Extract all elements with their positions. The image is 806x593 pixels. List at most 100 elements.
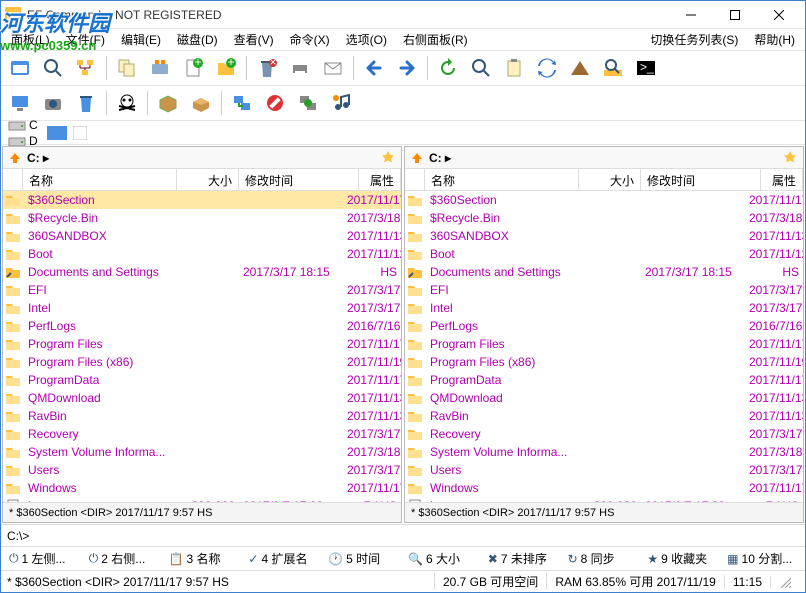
forward-button[interactable] xyxy=(392,54,422,82)
file-row[interactable]: Windows2017/11/17 18:12 xyxy=(405,479,803,497)
fnkey-6[interactable]: 🔍6 大小 xyxy=(404,550,482,567)
menu-item[interactable]: 帮助(H) xyxy=(746,31,803,49)
menu-item[interactable]: 切换任务列表(S) xyxy=(642,31,746,49)
back-button[interactable] xyxy=(359,54,389,82)
file-row[interactable]: EFI2017/3/17 18:13 xyxy=(405,281,803,299)
close-button[interactable] xyxy=(757,1,801,29)
file-row[interactable]: Boot2017/11/12 8:55HS xyxy=(405,245,803,263)
audio-button[interactable] xyxy=(326,89,356,117)
fnkey-4[interactable]: ✓4 扩展名 xyxy=(244,550,322,567)
search-button[interactable] xyxy=(38,54,68,82)
compress-button[interactable] xyxy=(565,54,595,82)
file-row[interactable]: Documents and Settings2017/3/17 18:15HS xyxy=(3,263,401,281)
file-row[interactable]: $Recycle.Bin2017/3/18 17:15HS xyxy=(405,209,803,227)
zoom-button[interactable] xyxy=(466,54,496,82)
refresh-button[interactable] xyxy=(433,54,463,82)
left-pathbar[interactable]: C: ▸ xyxy=(3,147,401,169)
file-row[interactable]: 360SANDBOX2017/11/13 16:59RHS xyxy=(405,227,803,245)
fnkey-10[interactable]: ▦10 分割... xyxy=(723,550,801,567)
up-icon[interactable] xyxy=(7,150,23,166)
file-row[interactable]: Intel2017/3/17 21:35 xyxy=(3,299,401,317)
command-line[interactable]: C:\> xyxy=(1,524,805,546)
sync-button[interactable] xyxy=(532,54,562,82)
box-button[interactable] xyxy=(153,89,183,117)
file-row[interactable]: Program Files (x86)2017/11/19 10:09R xyxy=(405,353,803,371)
new-file-button[interactable]: + xyxy=(178,54,208,82)
menu-item[interactable]: 命令(X) xyxy=(282,31,338,49)
menu-item[interactable]: 面板(L) xyxy=(3,31,58,49)
file-row[interactable]: QMDownload2017/11/13 11:00 xyxy=(405,389,803,407)
camera-button[interactable] xyxy=(38,89,68,117)
file-row[interactable]: Users2017/3/17 18:17R xyxy=(3,461,401,479)
fnkey-9[interactable]: ★9 收藏夹 xyxy=(643,550,721,567)
new-window-button[interactable] xyxy=(5,54,35,82)
file-row[interactable]: ProgramData2017/11/17 18:14H xyxy=(3,371,401,389)
menu-item[interactable]: 文件(F) xyxy=(58,31,113,49)
right-file-list[interactable]: $360Section2017/11/17 9:57HS$Recycle.Bin… xyxy=(405,191,803,502)
menu-item[interactable]: 编辑(E) xyxy=(113,31,169,49)
menu-item[interactable]: 选项(O) xyxy=(338,31,395,49)
file-row[interactable]: System Volume Informa...2017/3/18 16:21H… xyxy=(3,443,401,461)
network1-button[interactable] xyxy=(227,89,257,117)
file-row[interactable]: Program Files2017/11/17 18:11R xyxy=(3,335,401,353)
file-row[interactable]: Program Files (x86)2017/11/19 10:09R xyxy=(3,353,401,371)
file-row[interactable]: RavBin2017/11/13 14:44HS xyxy=(405,407,803,425)
recycle-button[interactable] xyxy=(71,89,101,117)
fnkey-5[interactable]: 🕐5 时间 xyxy=(324,550,402,567)
file-row[interactable]: Boot2017/11/12 8:55HS xyxy=(3,245,401,263)
minimize-button[interactable] xyxy=(669,1,713,29)
resize-grip[interactable] xyxy=(770,576,799,588)
desktop-drive[interactable] xyxy=(47,126,67,140)
file-row[interactable]: RavBin2017/11/13 14:44HS xyxy=(3,407,401,425)
file-row[interactable]: PerfLogs2016/7/16 19:47 xyxy=(405,317,803,335)
file-row[interactable]: Recovery2017/3/17 18:14HS xyxy=(3,425,401,443)
settings-button[interactable] xyxy=(145,54,175,82)
menu-item[interactable]: 右侧面板(R) xyxy=(395,31,476,49)
print-button[interactable] xyxy=(285,54,315,82)
drive-button[interactable]: C xyxy=(5,117,41,133)
fnkey-1[interactable]: ⏻1 左侧... xyxy=(5,550,83,567)
file-row[interactable]: $360Section2017/11/17 9:57HS xyxy=(405,191,803,209)
favorite-icon[interactable] xyxy=(381,150,397,166)
file-row[interactable]: $Recycle.Bin2017/3/18 17:15HS xyxy=(3,209,401,227)
skull-button[interactable] xyxy=(112,89,142,117)
file-row[interactable]: 360SANDBOX2017/11/13 16:59RHS xyxy=(3,227,401,245)
mail-button[interactable] xyxy=(318,54,348,82)
fnkey-7[interactable]: ✖7 未排序 xyxy=(484,550,562,567)
clipboard-button[interactable] xyxy=(499,54,529,82)
block-button[interactable] xyxy=(260,89,290,117)
file-row[interactable]: PerfLogs2016/7/16 19:47 xyxy=(3,317,401,335)
file-row[interactable]: Intel2017/3/17 21:35 xyxy=(405,299,803,317)
maximize-button[interactable] xyxy=(713,1,757,29)
fnkey-8[interactable]: ↻8 同步 xyxy=(564,550,642,567)
file-row[interactable]: System Volume Informa...2017/3/18 16:21H… xyxy=(405,443,803,461)
file-row[interactable]: Documents and Settings2017/3/17 18:15HS xyxy=(405,263,803,281)
delete-button[interactable]: × xyxy=(252,54,282,82)
find-button[interactable] xyxy=(598,54,628,82)
tree-button[interactable] xyxy=(71,54,101,82)
new-folder-button[interactable]: + xyxy=(211,54,241,82)
terminal-button[interactable]: >_ xyxy=(631,54,661,82)
right-pathbar[interactable]: C: ▸ xyxy=(405,147,803,169)
menu-item[interactable]: 磁盘(D) xyxy=(169,31,226,49)
copy-button[interactable] xyxy=(112,54,142,82)
left-file-list[interactable]: $360Section2017/11/17 9:57HS$Recycle.Bin… xyxy=(3,191,401,502)
fnkey-2[interactable]: ⏻2 右侧... xyxy=(85,550,163,567)
left-column-header[interactable]: 名称 大小 修改时间 属性 xyxy=(3,169,401,191)
file-row[interactable]: $360Section2017/11/17 9:57HS xyxy=(3,191,401,209)
box-open-button[interactable] xyxy=(186,89,216,117)
menu-item[interactable]: 查看(V) xyxy=(226,31,282,49)
network2-button[interactable] xyxy=(293,89,323,117)
right-column-header[interactable]: 名称 大小 修改时间 属性 xyxy=(405,169,803,191)
file-row[interactable]: Windows2017/11/17 18:12 xyxy=(3,479,401,497)
file-row[interactable]: EFI2017/3/17 18:13 xyxy=(3,281,401,299)
file-row[interactable]: ProgramData2017/11/17 18:14H xyxy=(405,371,803,389)
monitor-button[interactable] xyxy=(5,89,35,117)
file-row[interactable]: Users2017/3/17 18:17R xyxy=(405,461,803,479)
file-row[interactable]: Program Files2017/11/17 18:11R xyxy=(405,335,803,353)
file-row[interactable]: Recovery2017/3/17 18:14HS xyxy=(405,425,803,443)
favorite-icon[interactable] xyxy=(783,150,799,166)
up-icon[interactable] xyxy=(409,150,425,166)
fnkey-3[interactable]: 📋3 名称 xyxy=(165,550,243,567)
file-row[interactable]: QMDownload2017/11/13 11:00 xyxy=(3,389,401,407)
